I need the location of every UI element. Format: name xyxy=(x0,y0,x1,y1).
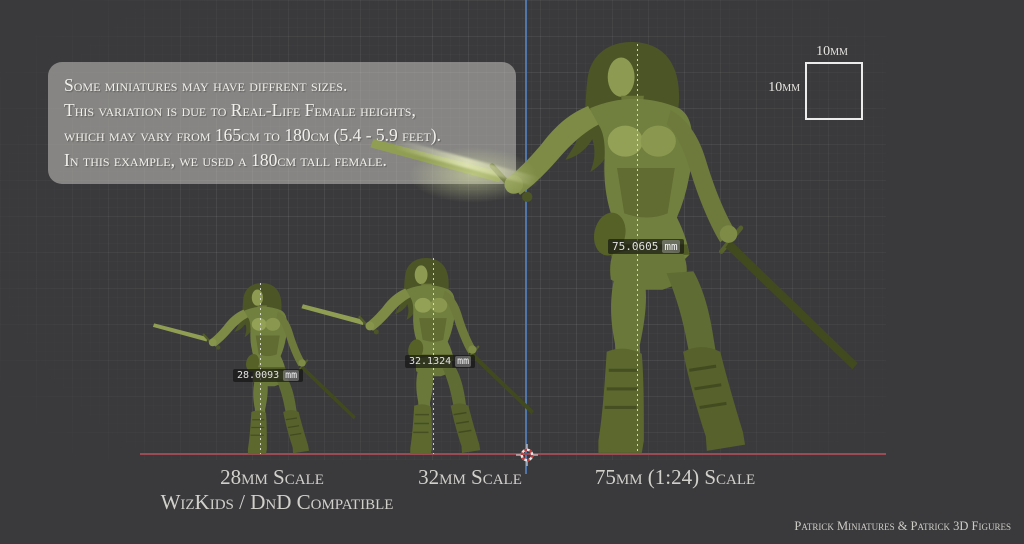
measurement-label-32mm: 32.1324 mm xyxy=(405,355,475,368)
reference-square-side-label: 10mm xyxy=(742,80,800,96)
reference-square-top-label: 10mm xyxy=(803,44,861,60)
scale-label-75mm: 75mm (1:24) Scale xyxy=(595,465,755,490)
measurement-label-28mm: 28.0093 mm xyxy=(233,369,303,382)
credit-text: Patrick Miniatures & Patrick 3D Figures xyxy=(794,519,1011,534)
scale-label-32mm: 32mm Scale xyxy=(418,465,522,490)
reference-square-10mm xyxy=(805,62,863,120)
measurement-label-75mm: 75.0605 mm xyxy=(608,239,684,254)
scale-label-28mm: 28mm Scale xyxy=(220,465,324,490)
measurement-unit: mm xyxy=(662,240,679,253)
viewport-3d[interactable]: Some miniatures may have diffrent sizes.… xyxy=(0,0,1024,544)
scale-label-28mm-compat: WizKids / DnD Compatible xyxy=(161,490,394,515)
measurement-unit: mm xyxy=(455,356,471,367)
measurement-value: 32.1324 xyxy=(409,356,451,367)
cursor-3d-icon xyxy=(516,444,538,466)
measurement-value: 28.0093 xyxy=(237,370,279,381)
measurement-unit: mm xyxy=(283,370,299,381)
measurement-value: 75.0605 xyxy=(612,240,658,253)
